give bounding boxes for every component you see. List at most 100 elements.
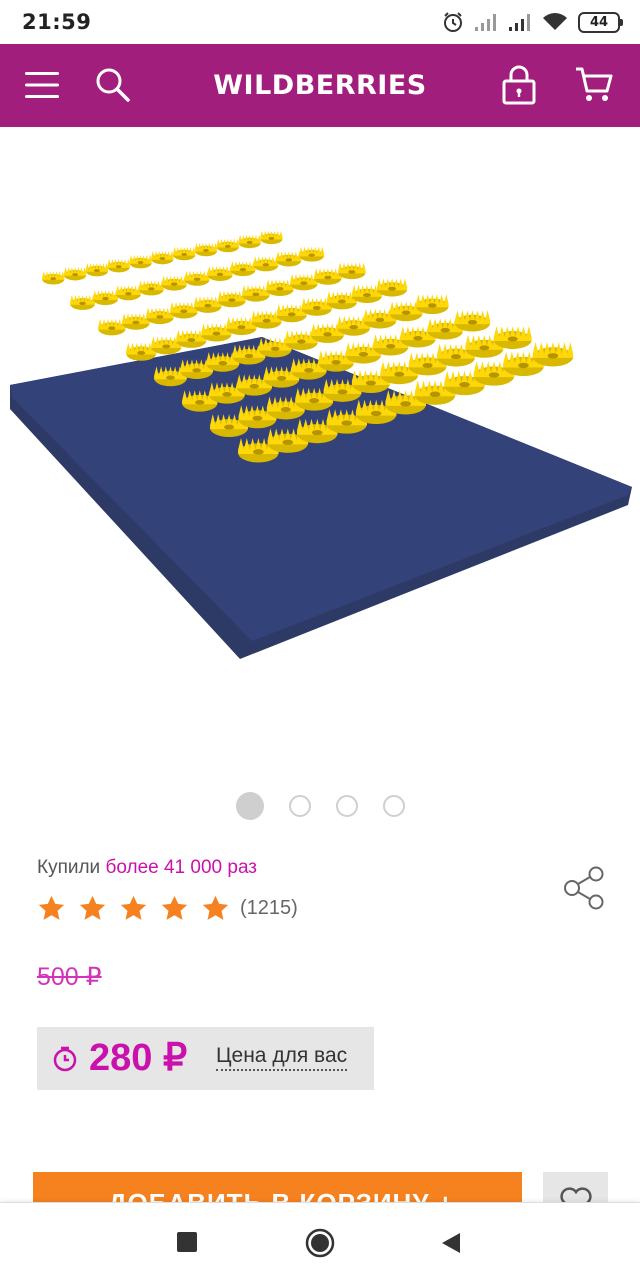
status-time: 21:59 (22, 10, 92, 34)
mat-applicator-hole (422, 362, 433, 368)
mat-applicator-hole (246, 240, 253, 244)
mat-applicator-hole (370, 410, 382, 417)
mat-applicator-hole (479, 345, 490, 351)
mat-applicator-hole (285, 258, 293, 262)
mat-applicator-hole (349, 324, 359, 330)
mat-applicator-hole (228, 298, 236, 302)
wifi-icon (543, 13, 567, 30)
mat-applicator-hole (244, 353, 254, 359)
mat-applicator-hole (268, 236, 275, 240)
mat-applicator-hole (252, 292, 260, 297)
mat-applicator-hole (280, 406, 291, 412)
star-icon (120, 895, 147, 920)
price-note-link[interactable]: Цена для вас (216, 1044, 348, 1071)
mat-applicator-hole (323, 332, 332, 337)
share-button[interactable] (562, 866, 606, 915)
gallery-dot[interactable] (382, 795, 405, 817)
mat-applicator-hole (180, 309, 188, 314)
mat-applicator-hole (337, 389, 348, 395)
cart-button[interactable] (573, 64, 615, 106)
mat-applicator-hole (312, 305, 321, 310)
mat-applicator-hole (394, 371, 405, 377)
product-rating[interactable]: (1215) (37, 894, 298, 923)
back-button[interactable] (440, 1231, 462, 1255)
mat-applicator-hole (224, 244, 231, 248)
back-icon (442, 1233, 460, 1253)
home-button[interactable] (304, 1227, 336, 1259)
recents-button[interactable] (176, 1231, 198, 1253)
mat-applicator-hole (203, 248, 209, 252)
purchase-count: Купили более 41 000 раз (37, 857, 257, 879)
mat-applicator-hole (276, 286, 284, 291)
mat-applicator-hole (166, 375, 175, 380)
lock-icon (502, 65, 536, 105)
mat-applicator-hole (72, 273, 79, 277)
mat-applicator-hole (262, 318, 271, 323)
gallery-pagination (0, 792, 640, 823)
gallery-dot[interactable] (235, 792, 264, 820)
mat-applicator-hole (195, 400, 205, 405)
mat-applicator-hole (304, 367, 314, 373)
mat-applicator-hole (400, 401, 411, 407)
clock-icon (53, 1046, 77, 1072)
gallery-dot[interactable] (288, 795, 311, 817)
price-box: 280 ₽ Цена для вас (37, 1027, 374, 1090)
system-nav-bar (0, 1202, 640, 1281)
mat-applicator-hole (308, 253, 315, 257)
status-bar: 21:59 44 (0, 0, 640, 44)
mat-applicator-hole (547, 353, 559, 359)
purchase-count-prefix: Купили (37, 857, 101, 878)
mat-applicator-hole (518, 362, 529, 369)
mat-applicator-hole (488, 372, 500, 378)
star-icon (79, 895, 106, 920)
product-gallery[interactable] (0, 127, 640, 767)
mat-applicator-hole (162, 344, 171, 349)
mat-applicator-hole (507, 336, 518, 342)
mat-applicator-hole (309, 398, 320, 404)
mat-applicator-hole (324, 275, 332, 280)
mat-applicator-hole (50, 277, 57, 281)
mat-applicator-hole (429, 391, 441, 397)
mat-applicator-hole (79, 301, 86, 306)
mat-applicator-hole (137, 261, 144, 264)
home-icon (305, 1228, 335, 1258)
mat-applicator-hole (427, 303, 437, 308)
mat-applicator-hole (125, 292, 132, 296)
mat-applicator-hole (249, 384, 259, 389)
mat-applicator-hole (287, 312, 296, 317)
mat-applicator-hole (450, 354, 461, 360)
share-icon (564, 866, 604, 910)
mat-applicator-hole (262, 263, 270, 267)
mat-applicator-hole (459, 381, 470, 388)
brand-logo[interactable]: WILDBERRIES (0, 70, 640, 101)
mat-applicator-hole (216, 272, 224, 277)
mat-applicator-hole (282, 439, 294, 445)
mat-applicator-hole (102, 296, 109, 301)
gallery-dot[interactable] (335, 795, 358, 817)
mat-applicator-hole (159, 257, 166, 260)
mat-applicator-hole (181, 252, 188, 256)
mat-applicator-hole (413, 335, 423, 341)
mat-applicator-hole (148, 287, 155, 291)
old-price: 500 ₽ (37, 963, 102, 991)
mat-applicator-hole (375, 317, 385, 323)
status-icons: 44 (442, 10, 623, 34)
mat-applicator-hole (365, 380, 376, 386)
mat-applicator-hole (300, 281, 308, 285)
mat-applicator-hole (212, 331, 221, 336)
mat-applicator-hole (331, 359, 341, 365)
product-image[interactable] (0, 127, 640, 767)
mat-applicator-hole (204, 303, 212, 308)
login-button[interactable] (500, 64, 538, 106)
cart-icon (576, 67, 613, 101)
recents-icon (177, 1232, 197, 1252)
mat-applicator-hole (192, 368, 201, 373)
mat-applicator-hole (170, 282, 178, 286)
signal-icon (475, 14, 496, 31)
mat-applicator-hole (108, 326, 116, 330)
mat-applicator-hole (401, 310, 411, 315)
mat-applicator-hole (253, 449, 264, 455)
mat-applicator-hole (358, 351, 369, 357)
mat-applicator-hole (137, 350, 146, 355)
review-count[interactable]: (1215) (240, 897, 298, 920)
